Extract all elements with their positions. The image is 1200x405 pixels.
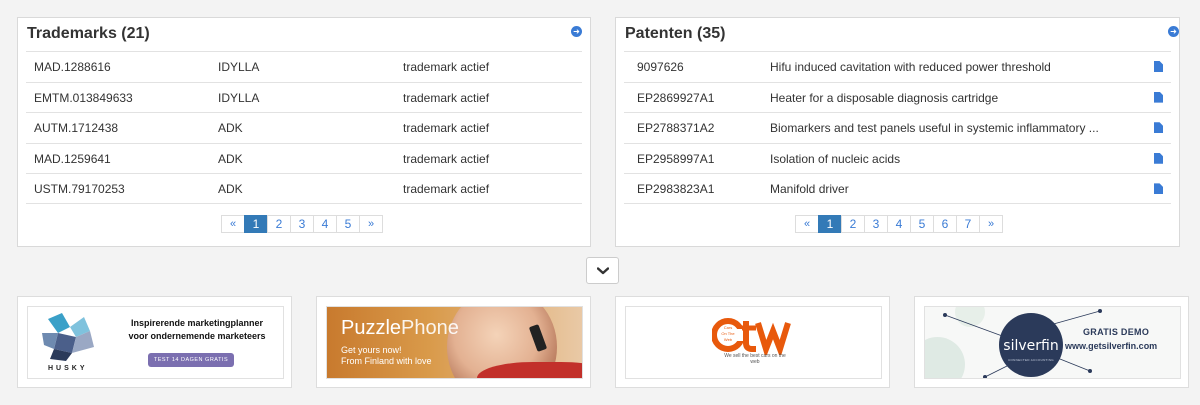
trademark-name: ADK <box>218 151 243 166</box>
patent-number: EP2983823A1 <box>637 182 715 197</box>
puzzlephone-title-b: Phone <box>401 317 459 339</box>
document-icon[interactable] <box>1154 122 1163 134</box>
ad-slot-4: silverfin CONNECTED ACCOUNTING GRATIS DE… <box>914 296 1189 388</box>
table-row[interactable]: 9097626 Hifu induced cavitation with red… <box>624 51 1171 82</box>
pagination-page-1[interactable]: 1 <box>244 215 268 233</box>
trademarks-panel: Trademarks (21) ➜ MAD.1288616 IDYLLA tra… <box>17 17 591 247</box>
chevron-down-icon <box>596 266 609 274</box>
ad-slot-3: Cars On The Web We sell the best cars on… <box>615 296 890 388</box>
patents-panel: Patenten (35) ➜ 9097626 Hifu induced cav… <box>615 17 1180 247</box>
patents-title: Patenten (35) <box>625 25 726 42</box>
patent-number: EP2869927A1 <box>637 90 715 105</box>
puzzlephone-title-a: Puzzle <box>341 317 402 339</box>
patent-title: Isolation of nucleic acids <box>770 151 901 166</box>
husky-headline-line1: Inspirerende marketingplanner <box>130 318 264 328</box>
table-row[interactable]: USTM.79170253 ADK trademark actief <box>26 173 582 204</box>
silverfin-url: www.getsilverfin.com <box>1065 341 1158 351</box>
ad-banner-husky[interactable]: HUSKY Inspirerende marketingplanner voor… <box>27 306 284 379</box>
patents-table: 9097626 Hifu induced cavitation with red… <box>624 51 1171 204</box>
trademark-status: trademark actief <box>403 90 490 105</box>
patent-title: Biomarkers and test panels useful in sys… <box>770 121 1099 136</box>
document-icon[interactable] <box>1154 91 1163 103</box>
trademark-name: ADK <box>218 182 243 197</box>
pagination-prev[interactable]: « <box>795 215 819 233</box>
puzzlephone-sub-line2: From Finland with love <box>341 356 432 366</box>
cotw-logo: Cars On The Web <box>712 318 791 355</box>
table-row[interactable]: MAD.1259641 ADK trademark actief <box>26 142 582 174</box>
document-icon[interactable] <box>1154 61 1163 72</box>
trademarks-title: Trademarks (21) <box>27 25 150 42</box>
patent-number: 9097626 <box>637 60 684 74</box>
silverfin-demo: GRATIS DEMO <box>1083 327 1150 337</box>
patent-title: Hifu induced cavitation with reduced pow… <box>770 60 1051 74</box>
document-icon[interactable] <box>1154 183 1163 195</box>
cotw-small-1: Cars <box>724 325 732 330</box>
pagination-page-3[interactable]: 3 <box>864 215 888 233</box>
silverfin-logo: silverfin <box>1003 338 1059 354</box>
patent-title: Heater for a disposable diagnosis cartri… <box>770 90 999 105</box>
trademark-number: EMTM.013849633 <box>34 90 133 105</box>
cotw-tagline: We sell the best cars on the web <box>724 353 786 365</box>
table-row[interactable]: EP2869927A1 Heater for a disposable diag… <box>624 81 1171 113</box>
pagination-page-4[interactable]: 4 <box>887 215 911 233</box>
patent-number: EP2788371A2 <box>637 121 715 136</box>
pagination-prev[interactable]: « <box>221 215 245 233</box>
husky-brand: HUSKY <box>48 365 88 372</box>
table-row[interactable]: MAD.1288616 IDYLLA trademark actief <box>26 51 582 82</box>
arrow-circle-right-icon[interactable]: ➜ <box>571 26 582 37</box>
husky-cta-button[interactable]: TEST 14 DAGEN GRATIS <box>148 353 234 367</box>
husky-headline-line2: voor ondernemende marketeers <box>128 331 266 341</box>
trademark-number: AUTM.1712438 <box>34 121 119 136</box>
puzzlephone-subtitle: Get yours now! From Finland with love <box>341 345 432 367</box>
pagination-next[interactable]: » <box>359 215 383 233</box>
silverfin-logo-sub: CONNECTED ACCOUNTING <box>1008 358 1054 362</box>
ad-slot-2: PuzzlePhone Get yours now! From Finland … <box>316 296 591 388</box>
ad-banner-silverfin[interactable]: silverfin CONNECTED ACCOUNTING GRATIS DE… <box>924 306 1181 379</box>
pagination-page-2[interactable]: 2 <box>841 215 865 233</box>
pagination-next[interactable]: » <box>979 215 1003 233</box>
pagination-page-4[interactable]: 4 <box>313 215 337 233</box>
husky-logo <box>42 313 94 361</box>
document-icon[interactable] <box>1154 152 1163 164</box>
patents-pagination: « 1 2 3 4 5 6 7 » <box>795 215 1003 233</box>
puzzlephone-sub-line1: Get yours now! <box>341 345 402 355</box>
husky-headline: Inspirerende marketingplanner voor onder… <box>112 317 282 343</box>
cotw-small-2: On The <box>721 331 735 336</box>
expand-button[interactable] <box>586 257 619 284</box>
trademark-status: trademark actief <box>403 182 490 197</box>
pagination-page-3[interactable]: 3 <box>290 215 314 233</box>
table-row[interactable]: EP2788371A2 Biomarkers and test panels u… <box>624 112 1171 143</box>
trademark-number: USTM.79170253 <box>34 182 125 197</box>
trademark-name: IDYLLA <box>218 90 260 105</box>
patent-title: Manifold driver <box>770 182 849 197</box>
trademark-status: trademark actief <box>403 60 490 74</box>
table-row[interactable]: AUTM.1712438 ADK trademark actief <box>26 112 582 143</box>
trademark-name: IDYLLA <box>218 60 260 74</box>
trademarks-pagination: « 1 2 3 4 5 » <box>221 215 383 233</box>
trademarks-table: MAD.1288616 IDYLLA trademark actief EMTM… <box>26 51 582 204</box>
patent-number: EP2958997A1 <box>637 151 715 166</box>
pagination-page-5[interactable]: 5 <box>910 215 934 233</box>
trademark-status: trademark actief <box>403 121 490 136</box>
trademark-number: MAD.1259641 <box>34 151 111 166</box>
pagination-page-6[interactable]: 6 <box>933 215 957 233</box>
trademark-number: MAD.1288616 <box>34 60 111 74</box>
puzzlephone-title: PuzzlePhone <box>341 317 459 340</box>
pagination-page-7[interactable]: 7 <box>956 215 980 233</box>
table-row[interactable]: EP2983823A1 Manifold driver <box>624 173 1171 204</box>
pagination-page-1[interactable]: 1 <box>818 215 842 233</box>
pagination-page-5[interactable]: 5 <box>336 215 360 233</box>
pagination-page-2[interactable]: 2 <box>267 215 291 233</box>
trademark-status: trademark actief <box>403 151 490 166</box>
table-row[interactable]: EP2958997A1 Isolation of nucleic acids <box>624 142 1171 174</box>
ad-banner-cotw[interactable]: Cars On The Web We sell the best cars on… <box>625 306 882 379</box>
ad-banner-puzzlephone[interactable]: PuzzlePhone Get yours now! From Finland … <box>326 306 583 379</box>
trademark-name: ADK <box>218 121 243 136</box>
ad-slot-1: HUSKY Inspirerende marketingplanner voor… <box>17 296 292 388</box>
table-row[interactable]: EMTM.013849633 IDYLLA trademark actief <box>26 81 582 113</box>
arrow-circle-right-icon[interactable]: ➜ <box>1168 26 1179 37</box>
cotw-small-3: Web <box>724 337 733 342</box>
